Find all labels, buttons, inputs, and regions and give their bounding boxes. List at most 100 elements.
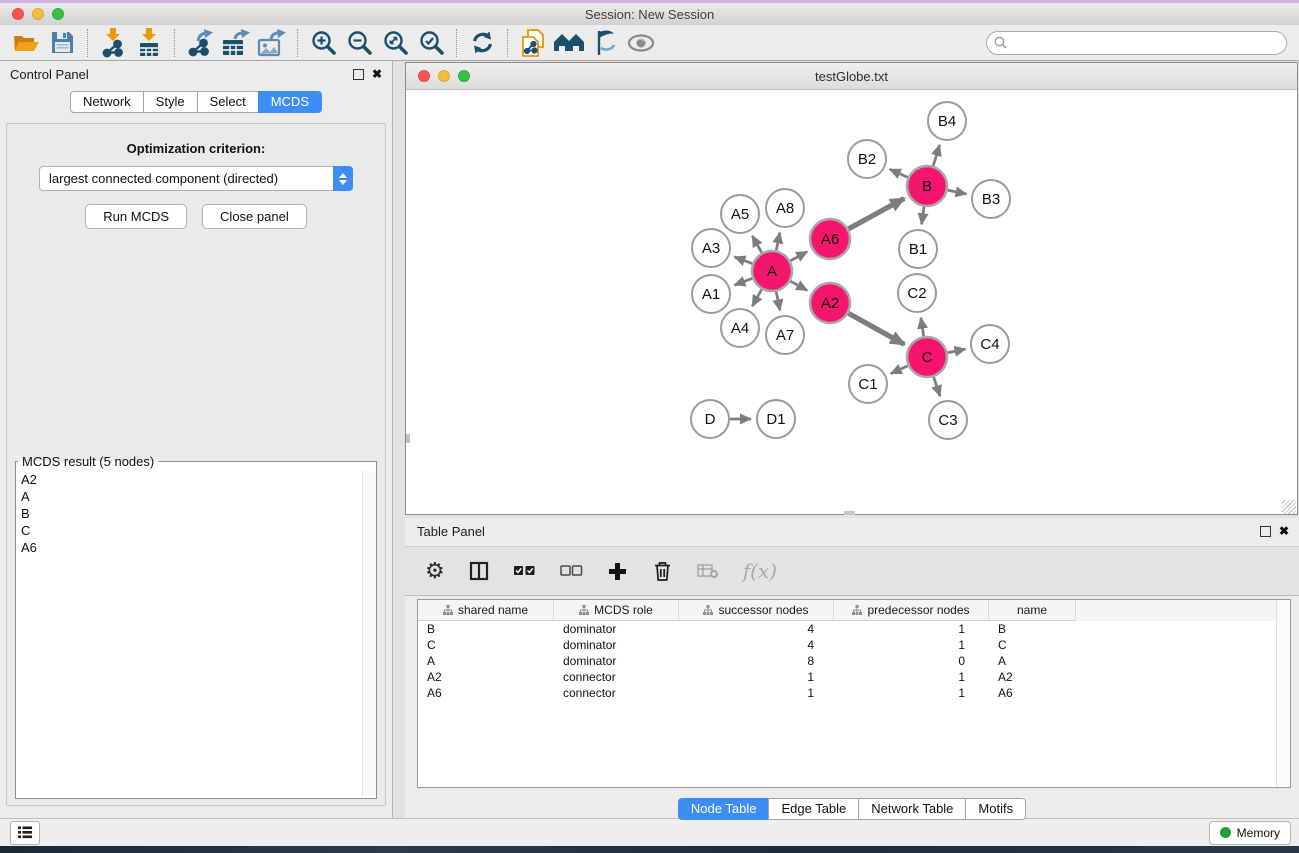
table-cell[interactable]: dominator — [554, 638, 679, 652]
mcds-result-item[interactable]: A6 — [16, 539, 362, 556]
delete-column-trash-icon[interactable] — [652, 560, 673, 582]
table-cell[interactable]: 8 — [679, 654, 834, 668]
table-cell[interactable]: 0 — [834, 654, 989, 668]
table-cell[interactable]: C — [989, 638, 1076, 652]
resize-grip-icon[interactable] — [1282, 500, 1296, 514]
tab-network-table[interactable]: Network Table — [858, 798, 966, 820]
table-cell[interactable]: A6 — [418, 686, 554, 700]
network-window-titlebar[interactable]: testGlobe.txt — [406, 63, 1297, 90]
graph-node-B1[interactable]: B1 — [899, 230, 937, 268]
table-scrollbar[interactable] — [1276, 600, 1290, 787]
horizontal-scrollbar-thumb[interactable] — [844, 511, 855, 515]
select-all-columns-icon[interactable] — [513, 563, 536, 579]
mcds-result-item[interactable]: A — [16, 488, 362, 505]
show-task-history-button[interactable] — [10, 821, 40, 845]
graph-node-C1[interactable]: C1 — [849, 365, 887, 403]
graph-node-A5[interactable]: A5 — [721, 195, 759, 233]
graph-node-C3[interactable]: C3 — [929, 401, 967, 439]
zoom-selected-button[interactable] — [413, 27, 449, 59]
search-input[interactable] — [1011, 33, 1286, 53]
zoom-out-button[interactable] — [341, 27, 377, 59]
open-file-button[interactable] — [8, 27, 44, 59]
tab-mcds[interactable]: MCDS — [258, 91, 322, 113]
run-mcds-button[interactable]: Run MCDS — [85, 204, 187, 229]
criterion-select[interactable]: largest connected component (directed) — [39, 166, 353, 191]
graph-node-A7[interactable]: A7 — [766, 316, 804, 354]
table-cell[interactable]: B — [418, 622, 554, 636]
export-image-button[interactable] — [254, 27, 290, 59]
table-row[interactable]: A6connector11A6 — [418, 685, 1290, 701]
tab-edge-table[interactable]: Edge Table — [768, 798, 859, 820]
graph-node-A3[interactable]: A3 — [692, 229, 730, 267]
first-neighbors-button[interactable] — [551, 27, 587, 59]
graph-node-D1[interactable]: D1 — [757, 400, 795, 438]
tab-network[interactable]: Network — [70, 91, 144, 113]
graph-node-A[interactable]: A — [752, 251, 792, 291]
new-network-from-selection-button[interactable] — [515, 27, 551, 59]
export-table-button[interactable] — [218, 27, 254, 59]
graph-node-B[interactable]: B — [907, 166, 947, 206]
table-cell[interactable]: 4 — [679, 638, 834, 652]
export-network-button[interactable] — [182, 27, 218, 59]
window-titlebar[interactable]: Session: New Session — [0, 3, 1299, 25]
unselect-all-columns-icon[interactable] — [560, 563, 583, 579]
graph-node-A8[interactable]: A8 — [766, 189, 804, 227]
column-header-mcds-role[interactable]: MCDS role — [554, 600, 679, 621]
table-cell[interactable]: connector — [554, 686, 679, 700]
table-cell[interactable]: 1 — [834, 686, 989, 700]
zoom-fit-button[interactable] — [377, 27, 413, 59]
table-cell[interactable]: 1 — [679, 670, 834, 684]
tab-select[interactable]: Select — [197, 91, 259, 113]
table-cell[interactable]: A2 — [418, 670, 554, 684]
graph-node-B2[interactable]: B2 — [848, 140, 886, 178]
graph-node-A1[interactable]: A1 — [692, 275, 730, 313]
network-canvas[interactable]: B4B2BB3A8A5A6A3B1AA1C2A2A4A7C4CC1C3DD1 — [406, 90, 1297, 515]
column-header-name[interactable]: name — [989, 600, 1076, 621]
table-row[interactable]: Bdominator41B — [418, 621, 1290, 637]
column-header-successor-nodes[interactable]: successor nodes — [679, 600, 834, 621]
mcds-result-list[interactable]: A2ABCA6 — [16, 471, 362, 798]
table-cell[interactable]: 1 — [834, 670, 989, 684]
show-columns-icon[interactable] — [469, 561, 489, 581]
column-header-shared-name[interactable]: shared name — [418, 600, 554, 621]
graph-node-B3[interactable]: B3 — [972, 180, 1010, 218]
tab-style[interactable]: Style — [143, 91, 198, 113]
graph-node-A6[interactable]: A6 — [810, 219, 850, 259]
bird-eye-view-button[interactable] — [623, 27, 659, 59]
table-cell[interactable]: A2 — [989, 670, 1076, 684]
graph-node-C4[interactable]: C4 — [971, 325, 1009, 363]
memory-button[interactable]: Memory — [1209, 821, 1291, 845]
import-network-button[interactable] — [95, 27, 131, 59]
graph-node-A2[interactable]: A2 — [810, 283, 850, 323]
table-cell[interactable]: A — [989, 654, 1076, 668]
graph-node-C2[interactable]: C2 — [898, 274, 936, 312]
table-cell[interactable]: A6 — [989, 686, 1076, 700]
graph-node-B4[interactable]: B4 — [928, 102, 966, 140]
save-session-button[interactable] — [44, 27, 80, 59]
mcds-result-item[interactable]: C — [16, 522, 362, 539]
mcds-result-item[interactable]: B — [16, 505, 362, 522]
select-stepper-icon[interactable] — [333, 166, 353, 191]
table-cell[interactable]: C — [418, 638, 554, 652]
apply-layout-button[interactable] — [464, 27, 500, 59]
table-settings-gear-icon[interactable]: ⚙ — [425, 560, 445, 582]
mcds-result-item[interactable]: A2 — [16, 471, 362, 488]
table-row[interactable]: Cdominator41C — [418, 637, 1290, 653]
close-panel-button[interactable]: Close panel — [202, 204, 307, 229]
table-row[interactable]: A2connector11A2 — [418, 669, 1290, 685]
zoom-in-button[interactable] — [305, 27, 341, 59]
table-cell[interactable]: 4 — [679, 622, 834, 636]
vertical-scrollbar-thumb[interactable] — [406, 434, 410, 443]
graph-node-C[interactable]: C — [907, 337, 947, 377]
table-cell[interactable]: 1 — [679, 686, 834, 700]
column-header-predecessor-nodes[interactable]: predecessor nodes — [834, 600, 989, 621]
float-panel-icon[interactable] — [353, 69, 364, 80]
table-cell[interactable]: dominator — [554, 622, 679, 636]
create-column-plus-icon[interactable] — [607, 561, 628, 582]
graph-node-A4[interactable]: A4 — [721, 309, 759, 347]
float-table-panel-icon[interactable] — [1260, 526, 1271, 537]
table-cell[interactable]: connector — [554, 670, 679, 684]
import-table-button[interactable] — [131, 27, 167, 59]
table-cell[interactable]: dominator — [554, 654, 679, 668]
close-panel-icon[interactable]: ✖ — [372, 68, 382, 80]
